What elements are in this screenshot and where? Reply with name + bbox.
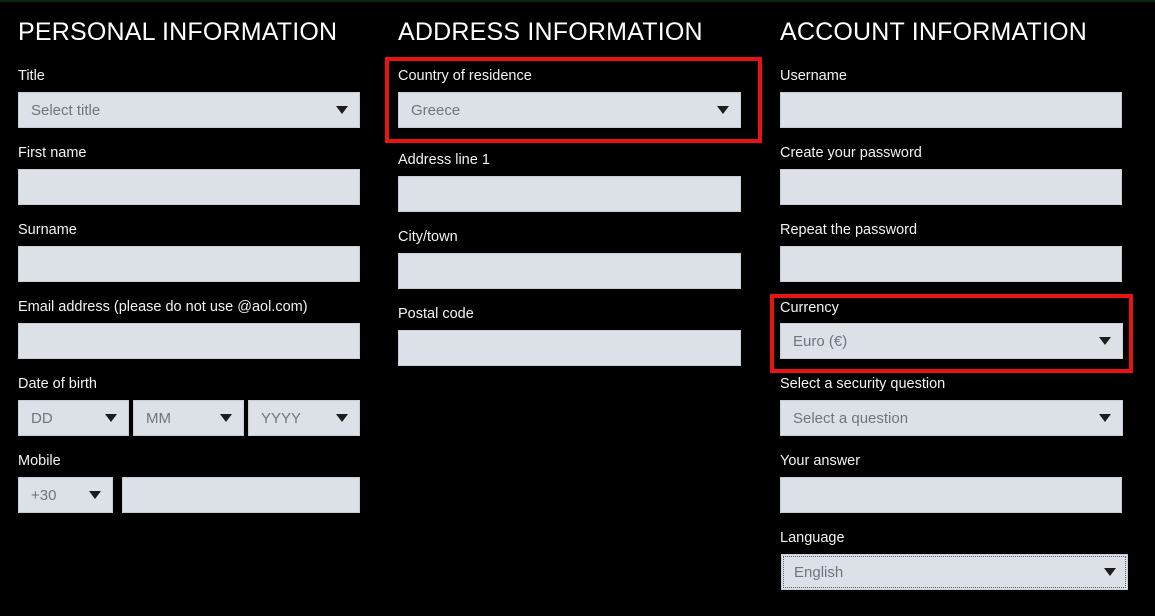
address-information-heading: ADDRESS INFORMATION: [398, 18, 703, 46]
language-label: Language: [780, 530, 845, 546]
chevron-down-icon: [1104, 568, 1116, 576]
first-name-input[interactable]: [18, 169, 360, 205]
account-information-heading: ACCOUNT INFORMATION: [780, 18, 1088, 46]
city-town-input[interactable]: [398, 253, 741, 289]
dob-year-select[interactable]: YYYY: [248, 400, 360, 436]
your-answer-label: Your answer: [780, 453, 861, 469]
first-name-label: First name: [18, 145, 87, 161]
personal-information-section: PERSONAL INFORMATION Title Select title …: [0, 0, 380, 616]
dob-month-select[interactable]: MM: [133, 400, 244, 436]
dob-day-select[interactable]: DD: [18, 400, 129, 436]
account-information-section: ACCOUNT INFORMATION Username Create your…: [760, 0, 1155, 616]
personal-information-heading: PERSONAL INFORMATION: [18, 18, 338, 46]
address-information-section: ADDRESS INFORMATION Country of residence…: [380, 0, 760, 616]
postal-code-input[interactable]: [398, 330, 741, 366]
your-answer-input[interactable]: [780, 477, 1122, 513]
chevron-down-icon: [336, 414, 348, 422]
country-of-residence-label: Country of residence: [398, 68, 532, 84]
create-password-label: Create your password: [780, 145, 922, 161]
mobile-label: Mobile: [18, 453, 61, 469]
registration-form: PERSONAL INFORMATION Title Select title …: [0, 0, 1155, 616]
username-label: Username: [780, 68, 847, 84]
chevron-down-icon: [1099, 337, 1111, 345]
mobile-number-input[interactable]: [122, 477, 360, 513]
chevron-down-icon: [89, 491, 101, 499]
security-question-value: Select a question: [793, 409, 909, 427]
chevron-down-icon: [717, 106, 729, 114]
security-question-label: Select a security question: [780, 376, 946, 392]
chevron-down-icon: [336, 106, 348, 114]
postal-code-label: Postal code: [398, 306, 474, 322]
surname-input[interactable]: [18, 246, 360, 282]
title-select-value: Select title: [31, 101, 101, 119]
dob-month-value: MM: [146, 409, 171, 427]
address-line-1-label: Address line 1: [398, 152, 490, 168]
city-town-label: City/town: [398, 229, 458, 245]
chevron-down-icon: [1099, 414, 1111, 422]
country-of-residence-value: Greece: [411, 101, 461, 119]
mobile-country-code-value: +30: [31, 486, 57, 504]
email-label: Email address (please do not use @aol.co…: [18, 299, 308, 315]
language-value: English: [794, 563, 844, 581]
repeat-password-input[interactable]: [780, 246, 1122, 282]
username-input[interactable]: [780, 92, 1122, 128]
create-password-input[interactable]: [780, 169, 1122, 205]
title-select[interactable]: Select title: [18, 92, 360, 128]
mobile-country-code-select[interactable]: +30: [18, 477, 113, 513]
dob-day-value: DD: [31, 409, 53, 427]
address-line-1-input[interactable]: [398, 176, 741, 212]
chevron-down-icon: [105, 414, 117, 422]
language-select[interactable]: English: [781, 554, 1128, 590]
chevron-down-icon: [220, 414, 232, 422]
currency-select[interactable]: Euro (€): [780, 323, 1123, 359]
date-of-birth-label: Date of birth: [18, 376, 97, 392]
email-input[interactable]: [18, 323, 360, 359]
currency-label: Currency: [780, 300, 839, 316]
country-of-residence-select[interactable]: Greece: [398, 92, 741, 128]
currency-value: Euro (€): [793, 332, 848, 350]
dob-year-value: YYYY: [261, 409, 302, 427]
repeat-password-label: Repeat the password: [780, 222, 918, 238]
title-label: Title: [18, 68, 45, 84]
surname-label: Surname: [18, 222, 77, 238]
security-question-select[interactable]: Select a question: [780, 400, 1123, 436]
